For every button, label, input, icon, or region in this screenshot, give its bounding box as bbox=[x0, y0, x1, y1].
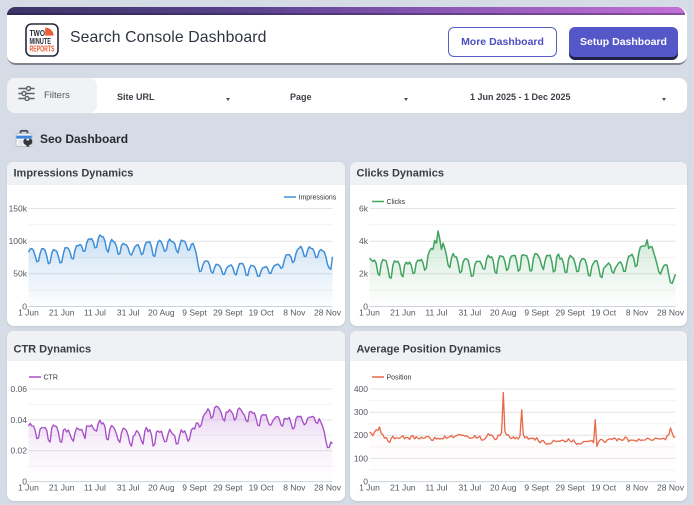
svg-text:21 Jun: 21 Jun bbox=[49, 483, 75, 493]
svg-text:8 Nov: 8 Nov bbox=[626, 308, 649, 318]
svg-text:28 Nov: 28 Nov bbox=[657, 483, 685, 493]
svg-text:31 Jul: 31 Jul bbox=[117, 483, 140, 493]
svg-text:11 Jul: 11 Jul bbox=[84, 308, 106, 318]
svg-text:REPORTS: REPORTS bbox=[30, 44, 55, 54]
svg-text:20 Aug: 20 Aug bbox=[148, 483, 175, 493]
svg-text:Position: Position bbox=[387, 375, 412, 382]
svg-text:20 Aug: 20 Aug bbox=[148, 308, 175, 318]
svg-text:CTR: CTR bbox=[44, 375, 58, 382]
svg-text:28 Nov: 28 Nov bbox=[314, 308, 342, 318]
svg-text:1 Jun: 1 Jun bbox=[359, 308, 380, 318]
svg-text:2k: 2k bbox=[359, 269, 369, 279]
svg-text:400: 400 bbox=[354, 384, 368, 394]
svg-text:300: 300 bbox=[354, 407, 368, 417]
svg-text:100: 100 bbox=[354, 453, 368, 463]
svg-text:19 Oct: 19 Oct bbox=[591, 483, 617, 493]
svg-text:21 Jun: 21 Jun bbox=[390, 483, 416, 493]
svg-text:8 Nov: 8 Nov bbox=[626, 483, 649, 493]
svg-text:1 Jun: 1 Jun bbox=[359, 483, 380, 493]
svg-text:11 Jul: 11 Jul bbox=[84, 483, 106, 493]
svg-text:19 Oct: 19 Oct bbox=[591, 308, 617, 318]
svg-text:31 Jul: 31 Jul bbox=[458, 483, 481, 493]
svg-text:100k: 100k bbox=[9, 236, 28, 246]
svg-text:8 Nov: 8 Nov bbox=[283, 308, 306, 318]
svg-text:200: 200 bbox=[354, 430, 368, 440]
svg-text:9 Sept: 9 Sept bbox=[524, 483, 549, 493]
svg-text:19 Oct: 19 Oct bbox=[249, 483, 275, 493]
svg-text:28 Nov: 28 Nov bbox=[314, 483, 342, 493]
svg-text:50k: 50k bbox=[13, 269, 27, 279]
svg-text:9 Sept: 9 Sept bbox=[182, 308, 207, 318]
svg-text:150k: 150k bbox=[9, 203, 28, 213]
svg-text:0.02: 0.02 bbox=[10, 446, 27, 456]
svg-text:1 Jun: 1 Jun bbox=[18, 483, 39, 493]
svg-text:19 Oct: 19 Oct bbox=[249, 308, 275, 318]
svg-text:9 Sept: 9 Sept bbox=[182, 483, 207, 493]
svg-text:Clicks Dynamics: Clicks Dynamics bbox=[357, 168, 444, 180]
svg-text:29 Sept: 29 Sept bbox=[556, 483, 586, 493]
svg-text:6k: 6k bbox=[359, 203, 369, 213]
svg-text:1 Jun: 1 Jun bbox=[18, 308, 39, 318]
svg-text:31 Jul: 31 Jul bbox=[117, 308, 140, 318]
svg-text:4k: 4k bbox=[359, 236, 369, 246]
svg-text:Impressions Dynamics: Impressions Dynamics bbox=[14, 168, 134, 180]
svg-text:Average Position Dynamics: Average Position Dynamics bbox=[357, 344, 501, 356]
svg-text:Clicks: Clicks bbox=[387, 199, 406, 206]
svg-text:11 Jul: 11 Jul bbox=[425, 483, 447, 493]
svg-text:11 Jul: 11 Jul bbox=[425, 308, 447, 318]
svg-text:31 Jul: 31 Jul bbox=[458, 308, 481, 318]
svg-text:20 Aug: 20 Aug bbox=[490, 308, 517, 318]
svg-text:21 Jun: 21 Jun bbox=[390, 308, 416, 318]
svg-text:8 Nov: 8 Nov bbox=[283, 483, 306, 493]
svg-text:9 Sept: 9 Sept bbox=[524, 308, 549, 318]
svg-text:29 Sept: 29 Sept bbox=[556, 308, 586, 318]
svg-text:29 Sept: 29 Sept bbox=[213, 483, 243, 493]
svg-text:20 Aug: 20 Aug bbox=[490, 483, 517, 493]
svg-text:21 Jun: 21 Jun bbox=[49, 308, 75, 318]
svg-text:28 Nov: 28 Nov bbox=[657, 308, 685, 318]
svg-text:0.04: 0.04 bbox=[10, 415, 27, 425]
svg-text:CTR Dynamics: CTR Dynamics bbox=[14, 344, 92, 356]
svg-text:29 Sept: 29 Sept bbox=[213, 308, 243, 318]
svg-text:Impressions: Impressions bbox=[299, 195, 337, 202]
svg-text:0.06: 0.06 bbox=[10, 384, 27, 394]
